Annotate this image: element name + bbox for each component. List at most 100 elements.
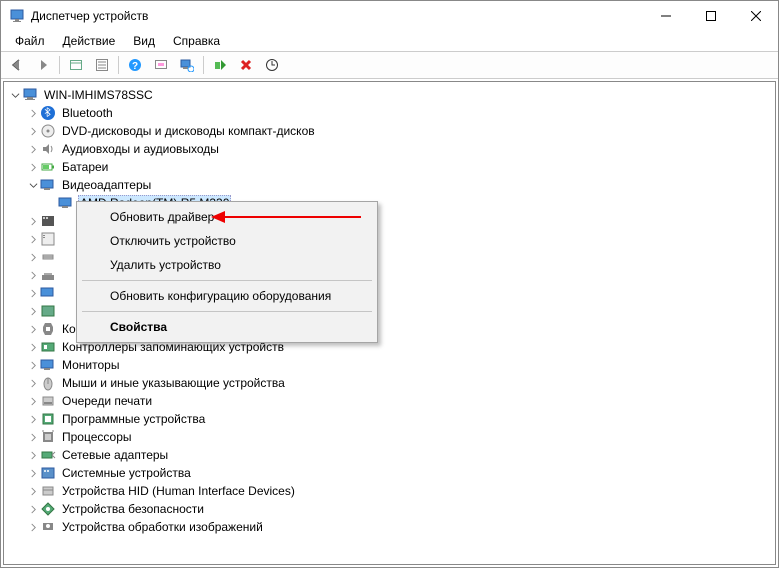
tree-category-node[interactable]: Системные устройства	[8, 464, 775, 482]
expand-collapse-icon[interactable]	[26, 104, 40, 122]
context-separator	[82, 311, 372, 312]
tree-label	[60, 256, 64, 258]
tree-category-node[interactable]: Сетевые адаптеры	[8, 446, 775, 464]
menu-view[interactable]: Вид	[125, 32, 163, 50]
expand-collapse-icon[interactable]	[26, 482, 40, 500]
expand-collapse-icon[interactable]	[26, 248, 40, 266]
expand-collapse-icon[interactable]	[26, 410, 40, 428]
device-category-icon	[40, 375, 56, 391]
tree-category-node[interactable]: Устройства HID (Human Interface Devices)	[8, 482, 775, 500]
forward-button[interactable]	[31, 54, 55, 76]
expand-collapse-icon[interactable]	[26, 320, 40, 338]
toolbar-icon-button[interactable]	[175, 54, 199, 76]
tree-label: DVD-дисководы и дисководы компакт-дисков	[60, 123, 317, 139]
tree-category-node[interactable]: Аудиовходы и аудиовыходы	[8, 140, 775, 158]
enable-device-button[interactable]	[208, 54, 232, 76]
app-icon	[9, 8, 25, 24]
expand-collapse-icon[interactable]	[26, 302, 40, 320]
expand-collapse-icon[interactable]	[26, 158, 40, 176]
svg-text:?: ?	[132, 61, 138, 72]
tree-category-node[interactable]: Мыши и иные указывающие устройства	[8, 374, 775, 392]
tree-category-node[interactable]: Очереди печати	[8, 392, 775, 410]
window-title: Диспетчер устройств	[31, 9, 148, 23]
tree-category-node[interactable]: Программные устройства	[8, 410, 775, 428]
titlebar: Диспетчер устройств	[1, 1, 778, 31]
tree-label: Устройства HID (Human Interface Devices)	[60, 483, 297, 499]
tree-root-node[interactable]: WIN-IMHIMS78SSC	[8, 86, 775, 104]
menu-help[interactable]: Справка	[165, 32, 228, 50]
context-update-driver[interactable]: Обновить драйвер	[80, 205, 374, 229]
device-category-icon	[40, 393, 56, 409]
expand-collapse-icon[interactable]	[26, 464, 40, 482]
expand-collapse-icon[interactable]	[26, 122, 40, 140]
expand-collapse-icon[interactable]	[26, 176, 40, 194]
expand-collapse-icon[interactable]	[26, 428, 40, 446]
expand-collapse-icon[interactable]	[26, 446, 40, 464]
tree-label: Аудиовходы и аудиовыходы	[60, 141, 221, 157]
back-button[interactable]	[5, 54, 29, 76]
context-menu: Обновить драйвер Отключить устройство Уд…	[76, 201, 378, 343]
tree-label	[60, 310, 64, 312]
tree-label: Устройства обработки изображений	[60, 519, 265, 535]
help-button[interactable]: ?	[123, 54, 147, 76]
expand-collapse-icon[interactable]	[26, 356, 40, 374]
tree-category-node[interactable]: Bluetooth	[8, 104, 775, 122]
tree-label	[60, 292, 64, 294]
tree-category-node[interactable]: Батареи	[8, 158, 775, 176]
expand-collapse-icon[interactable]	[26, 500, 40, 518]
device-category-icon	[40, 483, 56, 499]
minimize-button[interactable]	[643, 1, 688, 31]
tree-label: Сетевые адаптеры	[60, 447, 170, 463]
toolbar-separator	[203, 56, 204, 74]
expand-collapse-icon[interactable]	[8, 86, 22, 104]
audio-icon	[40, 141, 56, 157]
tree-category-node[interactable]: Устройства обработки изображений	[8, 518, 775, 536]
tree-label	[60, 220, 64, 222]
tree-label	[60, 274, 64, 276]
tree-category-node[interactable]: Мониторы	[8, 356, 775, 374]
tree-category-node[interactable]: DVD-дисководы и дисководы компакт-дисков	[8, 122, 775, 140]
tree-label: Процессоры	[60, 429, 134, 445]
show-hide-console-button[interactable]	[64, 54, 88, 76]
maximize-button[interactable]	[688, 1, 733, 31]
tree-label: Мониторы	[60, 357, 121, 373]
context-scan-hardware[interactable]: Обновить конфигурацию оборудования	[80, 284, 374, 308]
tree-category-node[interactable]: Процессоры	[8, 428, 775, 446]
tree-label: Системные устройства	[60, 465, 193, 481]
device-category-icon	[40, 411, 56, 427]
expand-collapse-icon[interactable]	[26, 374, 40, 392]
computer-icon	[22, 87, 38, 103]
device-category-icon	[40, 429, 56, 445]
expand-collapse-icon[interactable]	[26, 140, 40, 158]
properties-button[interactable]	[90, 54, 114, 76]
expand-collapse-icon[interactable]	[26, 392, 40, 410]
close-button[interactable]	[733, 1, 778, 31]
tree-label: Программные устройства	[60, 411, 207, 427]
toolbar-separator	[59, 56, 60, 74]
tree-spacer	[44, 194, 58, 212]
expand-collapse-icon[interactable]	[26, 338, 40, 356]
device-category-icon	[40, 357, 56, 373]
menu-action[interactable]: Действие	[55, 32, 124, 50]
toolbar-icon-button[interactable]	[149, 54, 173, 76]
expand-collapse-icon[interactable]	[26, 266, 40, 284]
display-adapter-icon	[40, 177, 56, 193]
expand-collapse-icon[interactable]	[26, 284, 40, 302]
tree-label: WIN-IMHIMS78SSC	[42, 87, 155, 103]
display-adapter-icon	[58, 195, 74, 211]
tree-label	[60, 238, 64, 240]
device-category-icon	[40, 267, 56, 283]
context-disable-device[interactable]: Отключить устройство	[80, 229, 374, 253]
tree-category-node[interactable]: Устройства безопасности	[8, 500, 775, 518]
device-category-icon	[40, 213, 56, 229]
device-category-icon	[40, 501, 56, 517]
context-uninstall-device[interactable]: Удалить устройство	[80, 253, 374, 277]
context-properties[interactable]: Свойства	[80, 315, 374, 339]
uninstall-device-button[interactable]	[234, 54, 258, 76]
scan-hardware-button[interactable]	[260, 54, 284, 76]
expand-collapse-icon[interactable]	[26, 518, 40, 536]
tree-category-video[interactable]: Видеоадаптеры	[8, 176, 775, 194]
expand-collapse-icon[interactable]	[26, 212, 40, 230]
menu-file[interactable]: Файл	[7, 32, 53, 50]
expand-collapse-icon[interactable]	[26, 230, 40, 248]
